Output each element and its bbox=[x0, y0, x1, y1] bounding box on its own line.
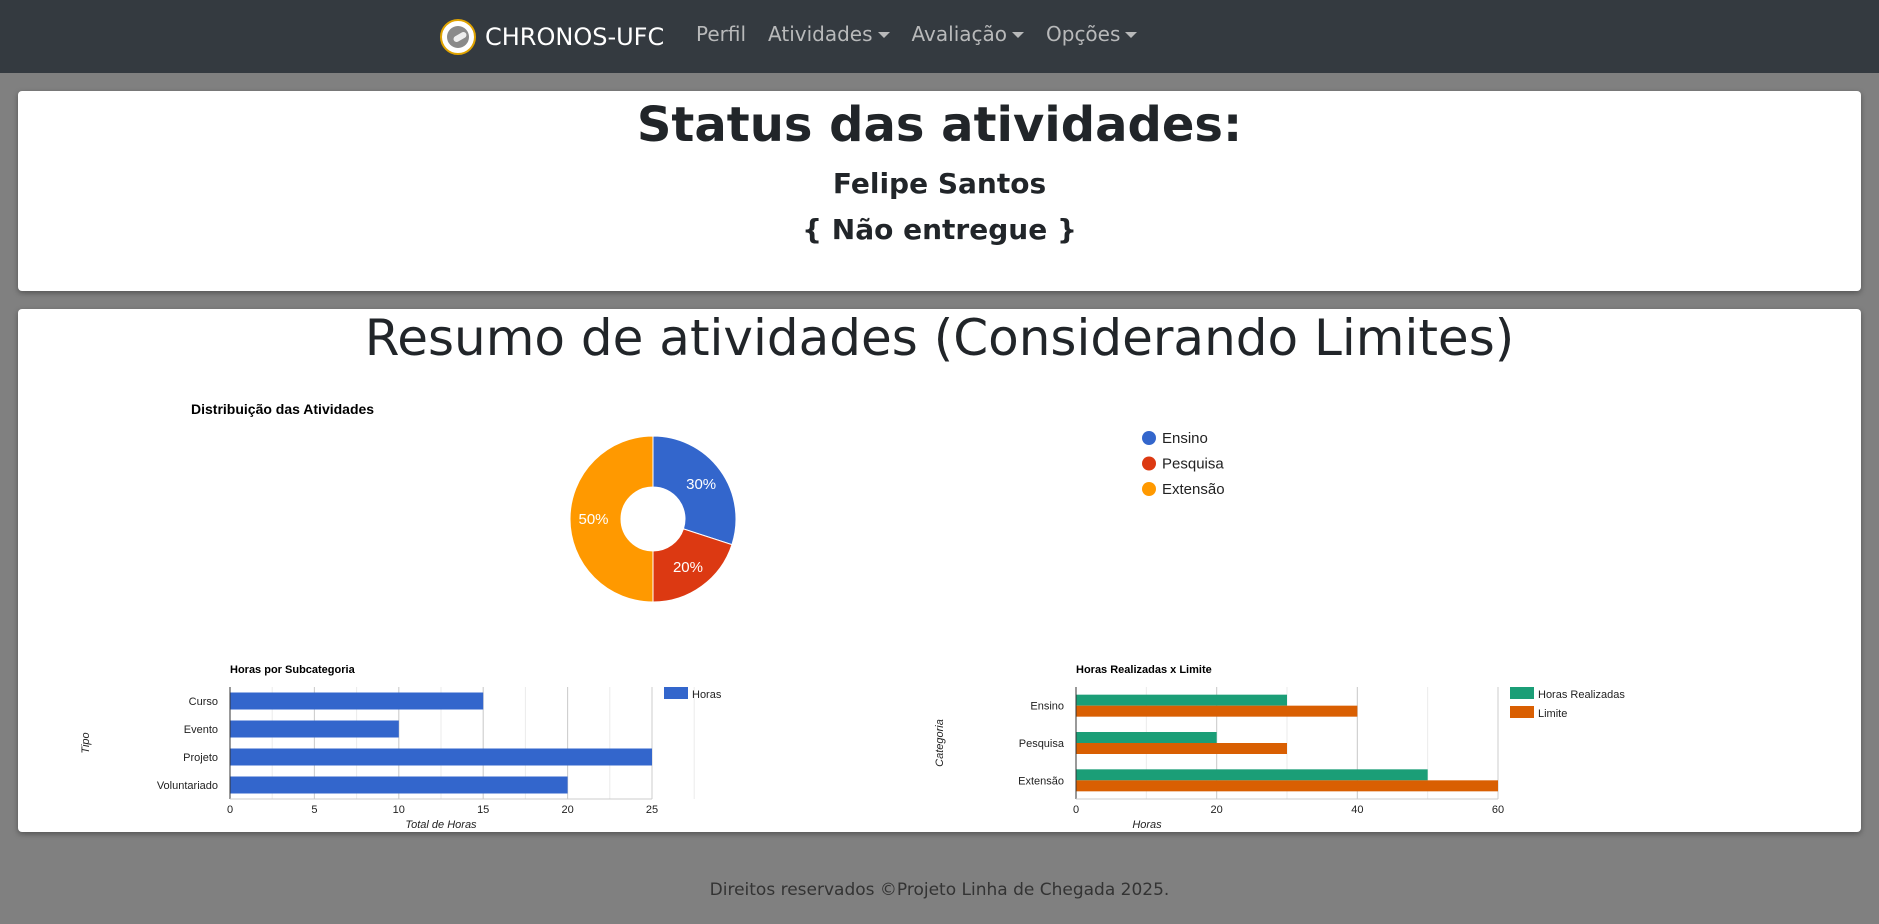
caret-down-icon bbox=[877, 32, 890, 38]
pie-legend-marker bbox=[1142, 431, 1156, 445]
subcategory-chart-category-label: Evento bbox=[184, 724, 218, 736]
subcategory-chart-title: Horas por Subcategoria bbox=[230, 664, 356, 676]
limit-chart-title: Horas Realizadas x Limite bbox=[1076, 664, 1212, 676]
brand-link[interactable]: CHRONOS-UFC bbox=[440, 18, 664, 56]
subcategory-chart-category-label: Curso bbox=[189, 696, 218, 708]
nav-item-opcoes[interactable]: Opções bbox=[1046, 22, 1138, 46]
limit-chart-bar bbox=[1076, 769, 1428, 781]
subcategory-chart-legend-label: Horas bbox=[692, 689, 722, 701]
subcategory-chart-tick-label: 0 bbox=[227, 804, 233, 816]
nav-item-label: Opções bbox=[1046, 22, 1121, 46]
limit-chart-bar bbox=[1076, 780, 1498, 792]
limit-chart-tick-label: 0 bbox=[1073, 804, 1079, 816]
status-card: Status das atividades: Felipe Santos { N… bbox=[18, 91, 1861, 291]
limit-chart-legend-label: Limite bbox=[1538, 708, 1567, 720]
nav-item-avaliacao[interactable]: Avaliação bbox=[912, 22, 1024, 46]
pie-legend-label: Ensino bbox=[1162, 430, 1208, 447]
brand-name: CHRONOS-UFC bbox=[485, 23, 665, 51]
nav-item-atividades[interactable]: Atividades bbox=[768, 22, 890, 46]
limit-chart-bar bbox=[1076, 732, 1217, 743]
limit-chart-legend-marker bbox=[1510, 706, 1534, 718]
pie-legend-label: Pesquisa bbox=[1162, 456, 1224, 473]
nav-item-perfil[interactable]: Perfil bbox=[696, 22, 746, 46]
submission-status: { Não entregue } bbox=[802, 213, 1077, 246]
subcategory-chart-bar bbox=[230, 776, 568, 794]
caret-down-icon bbox=[1125, 32, 1138, 38]
subcategory-chart-legend-marker bbox=[664, 687, 688, 699]
limit-chart-xlabel: Horas bbox=[1132, 819, 1162, 831]
subcategory-chart-tick-label: 5 bbox=[311, 804, 317, 816]
subcategory-chart-tick-label: 10 bbox=[393, 804, 405, 816]
subcategory-chart-category-label: Projeto bbox=[183, 752, 218, 764]
pie-chart-title: Distribuição das Atividades bbox=[191, 401, 374, 417]
subcategory-chart-bar bbox=[230, 748, 652, 766]
limit-chart-ylabel: Categoria bbox=[934, 719, 946, 767]
pie-legend-label: Extensão bbox=[1162, 481, 1225, 498]
subcategory-chart-xlabel: Total de Horas bbox=[405, 819, 477, 831]
subcategory-chart-tick-label: 15 bbox=[477, 804, 489, 816]
pie-slice-label: 30% bbox=[686, 476, 716, 493]
limit-chart-tick-label: 60 bbox=[1492, 804, 1504, 816]
limit-chart-bar bbox=[1076, 743, 1287, 754]
student-name: Felipe Santos bbox=[832, 167, 1047, 200]
limit-chart-category-label: Ensino bbox=[1030, 701, 1064, 713]
chronos-logo-icon bbox=[440, 19, 476, 55]
caret-down-icon bbox=[1012, 32, 1024, 38]
summary-card: Resumo de atividades (Considerando Limit… bbox=[18, 309, 1861, 832]
navbar: CHRONOS-UFC Perfil Atividades Avaliação … bbox=[0, 0, 1879, 73]
subcategory-chart-bar bbox=[230, 720, 399, 738]
subcategory-chart-bar bbox=[230, 692, 484, 710]
limit-chart-legend-marker bbox=[1510, 687, 1534, 699]
pie-legend-marker bbox=[1142, 482, 1156, 496]
nav-item-label: Atividades bbox=[768, 22, 873, 46]
subcategory-chart-ylabel: Tipo bbox=[80, 732, 92, 753]
limit-chart-category-label: Extensão bbox=[1018, 775, 1064, 787]
nav-item-label: Perfil bbox=[696, 22, 747, 46]
charts-canvas: Distribuição das Atividades 30% 20% 50% Ensi… bbox=[80, 401, 1625, 831]
pie-slice-label: 50% bbox=[578, 511, 608, 528]
subcategory-chart-tick-label: 25 bbox=[646, 804, 658, 816]
limit-chart-bar bbox=[1076, 694, 1287, 706]
status-title: Status das atividades: bbox=[636, 97, 1243, 153]
nav-item-label: Avaliação bbox=[911, 22, 1007, 46]
limit-chart-tick-label: 40 bbox=[1351, 804, 1363, 816]
subcategory-chart-tick-label: 20 bbox=[561, 804, 573, 816]
pie-legend-marker bbox=[1142, 456, 1156, 471]
subcategory-chart-category-label: Voluntariado bbox=[157, 780, 218, 792]
limit-chart-category-label: Pesquisa bbox=[1019, 738, 1065, 750]
nav-menu: Perfil Atividades Avaliação Opções bbox=[696, 22, 1159, 46]
limit-chart-bar bbox=[1076, 705, 1358, 717]
footer: Direitos reservados ©Projeto Linha de Ch… bbox=[709, 880, 1170, 900]
pie-slice-label: 20% bbox=[673, 559, 703, 576]
limit-chart-tick-label: 20 bbox=[1211, 804, 1223, 816]
limit-chart-legend-label: Horas Realizadas bbox=[1538, 689, 1625, 701]
